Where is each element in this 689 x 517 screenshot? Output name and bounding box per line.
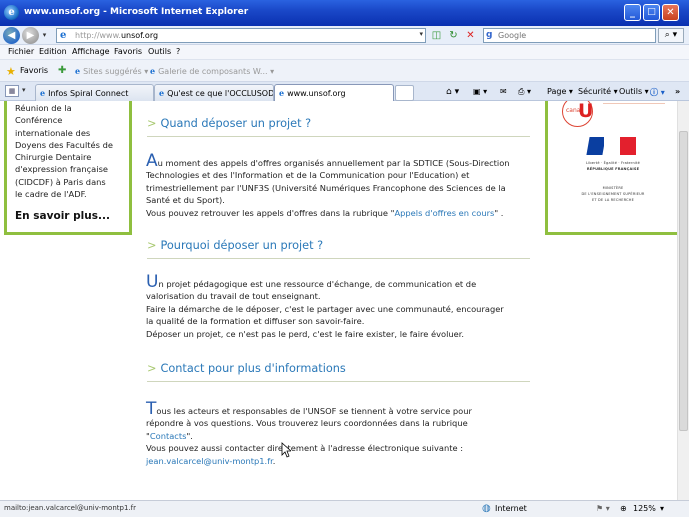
help-icon[interactable]: ⓘ ▾ [650, 87, 665, 98]
menu-help[interactable]: ? [176, 47, 180, 56]
section-heading-contact: > Contact pour plus d'informations [147, 362, 346, 375]
favorites-star-icon[interactable]: ★ [6, 65, 16, 78]
menu-favorites[interactable]: Favoris [114, 47, 142, 56]
page-icon: e [279, 88, 285, 98]
ministry-line: ET DE LA RECHERCHE [591, 198, 635, 202]
section-heading-when: > Quand déposer un projet ? [147, 117, 312, 130]
menu-tools[interactable]: Outils [148, 47, 171, 56]
canal-u-caption-line [603, 103, 665, 104]
tab-infos-spiral-connect[interactable]: e Infos Spiral Connect [35, 84, 154, 101]
mouse-cursor-icon [281, 442, 291, 458]
section-divider [147, 381, 530, 382]
canal-u-logo[interactable]: canal U [562, 101, 593, 127]
news-box: Réunion de la Conférence internationale … [4, 101, 132, 235]
address-url[interactable]: http://www.unsof.org [75, 31, 158, 40]
protected-mode-icon[interactable]: ⚑ ▾ [596, 504, 610, 513]
window-title: www.unsof.org - Microsoft Internet Explo… [24, 7, 249, 17]
forward-button[interactable]: ▶ [22, 27, 39, 44]
refresh-icon[interactable]: ↻ [447, 29, 460, 42]
page-icon: e [60, 30, 67, 41]
more-link[interactable]: En savoir plus... [15, 210, 110, 222]
search-button[interactable]: ⌕ ▾ [658, 28, 684, 43]
tools-menu[interactable]: Outils ▾ [619, 87, 649, 96]
address-bar[interactable]: e http://www.unsof.org ▾ [56, 28, 426, 43]
add-favorite-icon[interactable]: ✚ [58, 65, 66, 76]
internet-zone-icon: ◍ [482, 503, 491, 514]
menu-edit[interactable]: Edition [39, 47, 67, 56]
favorites-item-suggested-sites[interactable]: e Sites suggérés ▾ [75, 66, 148, 76]
section-text-when: Au moment des appels d'offres organisés … [146, 151, 510, 218]
zoom-level[interactable]: 125% [633, 504, 656, 513]
toolbar-overflow-icon[interactable]: » [675, 87, 680, 96]
page-icon: e [150, 66, 156, 76]
page-menu[interactable]: Page ▾ [547, 87, 573, 96]
address-dropdown-icon[interactable]: ▾ [419, 30, 423, 38]
ie-logo-icon: e [4, 5, 19, 20]
tab-unsof[interactable]: e www.unsof.org [274, 84, 394, 101]
mail-icon[interactable]: ✉ [500, 87, 507, 96]
section-divider [147, 258, 530, 259]
quick-tabs-icon[interactable]: ▦ [5, 85, 19, 97]
vertical-scrollbar[interactable] [677, 101, 689, 500]
minimize-button[interactable]: _ [624, 4, 641, 21]
new-tab-button[interactable] [395, 85, 414, 101]
feeds-icon[interactable]: ▣ ▾ [473, 87, 487, 96]
page-icon: e [159, 88, 165, 98]
calls-for-tender-link[interactable]: Appels d'offres en cours [394, 208, 494, 218]
email-link[interactable]: jean.valcarcel@univ-montp1.fr [146, 456, 273, 466]
zoom-dropdown-icon[interactable]: ▾ [660, 504, 664, 513]
rf-name: RÉPUBLIQUE FRANÇAISE [586, 167, 640, 171]
section-text-contact: Tous les acteurs et responsables de l'UN… [146, 399, 472, 466]
address-toolbar: ◀ ▶ ▾ e http://www.unsof.org ▾ ◫ ↻ ✕ g ⌕… [0, 26, 689, 45]
favorites-bar: ★ Favoris ✚ e Sites suggérés ▾ e Galerie d… [0, 60, 689, 82]
favorites-button[interactable]: Favoris [20, 66, 48, 75]
close-button[interactable]: ✕ [662, 4, 679, 21]
scrollbar-thumb[interactable] [679, 131, 688, 431]
compatibility-view-icon[interactable]: ◫ [430, 29, 443, 42]
page-icon: e [75, 66, 81, 76]
page-content: Réunion de la Conférence internationale … [0, 101, 677, 500]
print-icon[interactable]: ⎙ ▾ [518, 87, 531, 97]
menu-view[interactable]: Affichage [72, 47, 110, 56]
search-box[interactable]: g [483, 28, 656, 43]
partner-logos-box: canal U Liberté · Égalité · Fraternité R… [545, 101, 677, 235]
google-icon: g [486, 30, 493, 40]
marianne-flag-icon [586, 135, 638, 157]
section-divider [147, 136, 530, 137]
ministry-line: DE L'ENSEIGNEMENT SUPÉRIEUR [581, 192, 645, 196]
section-heading-why: > Pourquoi déposer un projet ? [147, 239, 324, 252]
status-url: mailto:jean.valcarcel@univ-montp1.fr [4, 504, 136, 512]
tab-occlusodontie[interactable]: eQu'est ce que l'OCCLUSODO... [154, 84, 274, 101]
title-bar: e www.unsof.org - Microsoft Internet Exp… [0, 0, 689, 26]
news-text: Réunion de la Conférence internationale … [15, 103, 113, 200]
search-input[interactable] [498, 30, 648, 41]
stop-icon[interactable]: ✕ [464, 29, 477, 42]
menu-bar: Fichier Edition Affichage Favoris Outils… [0, 45, 689, 60]
history-dropdown-icon[interactable]: ▾ [40, 27, 49, 44]
status-bar: mailto:jean.valcarcel@univ-montp1.fr ◍ I… [0, 500, 689, 517]
maximize-button[interactable]: □ [643, 4, 660, 21]
back-button[interactable]: ◀ [3, 27, 20, 44]
zoom-icon[interactable]: ⊕ [620, 504, 627, 513]
section-text-why: Un projet pédagogique est une ressource … [146, 272, 504, 339]
contacts-link[interactable]: Contacts [150, 431, 187, 441]
home-icon[interactable]: ⌂ ▾ [446, 87, 459, 97]
security-menu[interactable]: Sécurité ▾ [578, 87, 618, 96]
security-zone: Internet [495, 504, 527, 513]
page-icon: e [40, 88, 46, 98]
favorites-item-web-slice-gallery[interactable]: e Galerie de composants W... ▾ [150, 66, 274, 76]
ministry-line: MINISTÈRE [602, 186, 624, 190]
tab-bar: ▦ ▾ e Infos Spiral Connect e Qu'est ce que… [0, 82, 689, 101]
tab-list-dropdown-icon[interactable]: ▾ [22, 86, 26, 94]
menu-file[interactable]: Fichier [8, 47, 34, 56]
rf-motto: Liberté · Égalité · Fraternité [586, 161, 640, 165]
